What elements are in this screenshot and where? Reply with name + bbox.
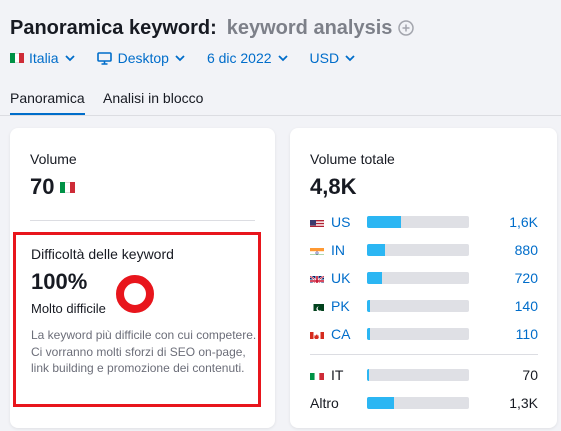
- volume-bar: [367, 369, 469, 381]
- volume-label: Volume: [30, 151, 77, 167]
- keyword-title: keyword analysis: [226, 16, 393, 39]
- volume-bar: [367, 397, 469, 409]
- canada-flag-icon: [310, 329, 324, 339]
- keyword-difficulty-section: Difficoltà delle keyword 100% Molto diff…: [13, 232, 261, 407]
- keyword-difficulty-level: Molto difficile: [31, 301, 106, 316]
- italy-flag-icon: [310, 370, 324, 380]
- other-volume: 1,3K: [509, 395, 538, 411]
- device-label: Desktop: [117, 50, 169, 66]
- volume-bar-fill: [367, 272, 383, 284]
- volume-bar: [367, 216, 469, 228]
- pakistan-flag-icon: [310, 301, 324, 311]
- volume-bar-fill: [367, 397, 394, 409]
- italy-flag-icon: [60, 181, 76, 193]
- tab-panoramica[interactable]: Panoramica: [10, 90, 85, 115]
- country-code-link[interactable]: UK: [331, 270, 350, 286]
- total-volume-value: 4,8K: [310, 174, 357, 199]
- page-header: Panoramica keyword: keyword analysis: [10, 14, 561, 42]
- country-code-link[interactable]: IN: [331, 242, 345, 258]
- volume-bar: [367, 328, 469, 340]
- tab-bar: Panoramica Analisi in blocco: [0, 88, 561, 116]
- filter-bar: Italia Desktop 6 dic 2022 USD: [10, 48, 377, 68]
- keyword-difficulty-label: Difficoltà delle keyword: [31, 246, 174, 262]
- desktop-icon: [96, 51, 112, 65]
- country-row-ca: CA 110: [310, 324, 538, 344]
- italy-flag-icon: [10, 53, 25, 63]
- country-code-link[interactable]: US: [331, 214, 350, 230]
- currency-label: USD: [309, 50, 340, 66]
- country-volume-link[interactable]: 720: [515, 270, 538, 286]
- country-row-altro: Altro 1,3K: [310, 393, 538, 413]
- country-volume-link[interactable]: 1,6K: [509, 214, 538, 230]
- country-row-it: IT 70: [310, 365, 538, 385]
- country-volume-link[interactable]: 110: [516, 326, 538, 342]
- country-row-pk: PK 140: [310, 296, 538, 316]
- uk-flag-icon: [310, 273, 324, 283]
- country-dropdown[interactable]: Italia: [10, 50, 75, 66]
- divider: [30, 220, 255, 221]
- country-code-link[interactable]: CA: [331, 326, 350, 342]
- device-dropdown[interactable]: Desktop: [96, 50, 185, 66]
- page-title: Panoramica keyword:: [10, 16, 217, 39]
- date-label: 6 dic 2022: [206, 50, 272, 66]
- volume-value-row: 70: [30, 174, 80, 200]
- volume-bar: [367, 244, 469, 256]
- volume-value: 70: [30, 174, 55, 199]
- chevron-down-icon: [345, 54, 355, 61]
- volume-bar-fill: [367, 328, 371, 340]
- volume-bar-fill: [367, 300, 371, 312]
- country-label: Italia: [29, 50, 59, 66]
- country-code-link[interactable]: PK: [331, 298, 350, 314]
- chevron-down-icon: [175, 54, 185, 61]
- difficulty-ring-icon: [116, 275, 154, 313]
- country-code: IT: [331, 367, 344, 383]
- keyword-difficulty-value: 100%: [31, 269, 88, 294]
- country-volume-link[interactable]: 880: [515, 242, 538, 258]
- currency-dropdown[interactable]: USD: [310, 50, 356, 66]
- volume-bar-fill: [367, 244, 386, 256]
- volume-bar: [367, 272, 469, 284]
- volume-bar-fill: [367, 216, 401, 228]
- country-volume: 70: [522, 367, 538, 383]
- india-flag-icon: [310, 245, 324, 255]
- total-volume-label: Volume totale: [310, 151, 395, 167]
- chevron-down-icon: [64, 54, 75, 61]
- add-circle-icon[interactable]: [398, 20, 415, 36]
- other-label: Altro: [310, 395, 339, 411]
- chevron-down-icon: [277, 54, 288, 61]
- keyword-difficulty-description: La keyword più difficile con cui compete…: [31, 328, 257, 375]
- country-row-in: IN 880: [310, 240, 538, 260]
- us-flag-icon: [310, 217, 324, 227]
- date-dropdown[interactable]: 6 dic 2022: [207, 50, 288, 66]
- country-row-uk: UK 720: [310, 268, 538, 288]
- total-volume-card: Volume totale 4,8K US 1,6K IN 880 UK 720: [290, 128, 557, 428]
- volume-bar: [367, 300, 469, 312]
- country-volume-link[interactable]: 140: [515, 298, 538, 314]
- volume-bar-fill: [367, 369, 369, 381]
- volume-card: Volume 70 Difficoltà delle keyword 100% …: [10, 128, 275, 428]
- tab-analisi-in-blocco[interactable]: Analisi in blocco: [103, 90, 203, 106]
- country-row-us: US 1,6K: [310, 212, 538, 232]
- divider: [310, 354, 538, 355]
